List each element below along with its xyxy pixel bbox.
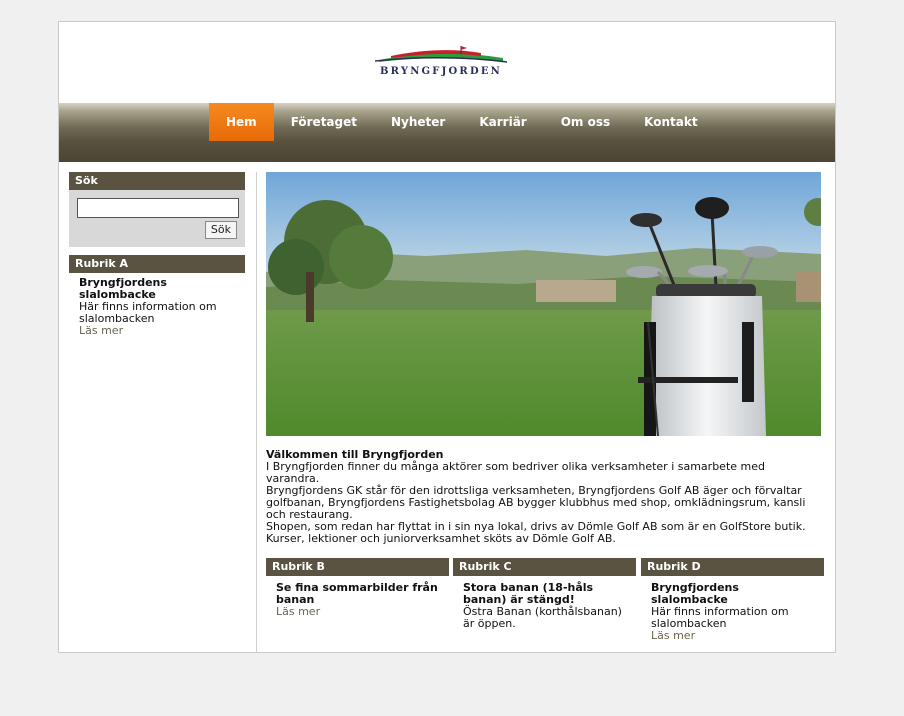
rubrik-a-box: Rubrik A Bryngfjordens slalombacke Här f… xyxy=(69,255,245,337)
nav-item-om-oss[interactable]: Om oss xyxy=(544,103,627,141)
rubrik-d-title: Rubrik D xyxy=(641,558,824,576)
sidebar-divider xyxy=(256,172,257,652)
rubrik-b-read-more-link[interactable]: Läs mer xyxy=(276,606,439,618)
rubrik-a-title: Rubrik A xyxy=(69,255,245,273)
logo-text: BRYNGFJORDEN xyxy=(380,66,502,77)
search-panel: Sök Sök xyxy=(69,172,245,247)
site-logo[interactable]: BRYNGFJORDEN xyxy=(371,44,511,80)
rubrik-c-text: Östra Banan (korthålsbanan) är öppen. xyxy=(463,605,622,630)
hero-image-golf-bag xyxy=(266,172,821,436)
rubrik-b-title: Rubrik B xyxy=(266,558,449,576)
search-title: Sök xyxy=(69,172,245,190)
page-container: BRYNGFJORDEN Hem Företaget Nyheter Karri… xyxy=(58,21,836,653)
nav-item-kontakt[interactable]: Kontakt xyxy=(627,103,714,141)
main-nav: Hem Företaget Nyheter Karriär Om oss Kon… xyxy=(59,103,835,162)
welcome-section: Välkommen till Bryngfjorden I Bryngfjord… xyxy=(266,449,821,545)
rubrik-d-box: Rubrik D Bryngfjordens slalombacke Här f… xyxy=(641,558,824,642)
site-header: BRYNGFJORDEN xyxy=(59,22,835,103)
rubrik-d-text: Här finns information om slalombacken xyxy=(651,605,789,630)
nav-item-nyheter[interactable]: Nyheter xyxy=(374,103,462,141)
rubrik-d-heading: Bryngfjordens slalombacke xyxy=(651,581,739,606)
rubrik-d-read-more-link[interactable]: Läs mer xyxy=(651,630,814,642)
rubrik-c-title: Rubrik C xyxy=(453,558,636,576)
welcome-paragraph-3: Shopen, som redan har flyttat in i sin n… xyxy=(266,520,806,545)
welcome-paragraph-2: Bryngfjordens GK står för den idrottslig… xyxy=(266,484,806,521)
rubrik-b-box: Rubrik B Se fina sommarbilder från banan… xyxy=(266,558,449,618)
rubrik-a-heading: Bryngfjordens slalombacke xyxy=(79,276,167,301)
logo-graphic xyxy=(374,46,508,63)
search-input[interactable] xyxy=(77,198,239,218)
rubrik-b-heading: Se fina sommarbilder från banan xyxy=(276,581,438,606)
rubrik-c-heading: Stora banan (18-håls banan) är stängd! xyxy=(463,581,594,606)
rubrik-a-text: Här finns information om slalombacken xyxy=(79,300,217,325)
welcome-paragraph-1: I Bryngfjorden finner du många aktörer s… xyxy=(266,460,765,485)
search-button[interactable]: Sök xyxy=(204,221,237,239)
nav-item-foretaget[interactable]: Företaget xyxy=(274,103,374,141)
nav-item-karriar[interactable]: Karriär xyxy=(462,103,543,141)
rubrik-a-read-more-link[interactable]: Läs mer xyxy=(79,325,235,337)
nav-item-hem[interactable]: Hem xyxy=(209,103,274,141)
rubrik-c-box: Rubrik C Stora banan (18-håls banan) är … xyxy=(453,558,636,630)
